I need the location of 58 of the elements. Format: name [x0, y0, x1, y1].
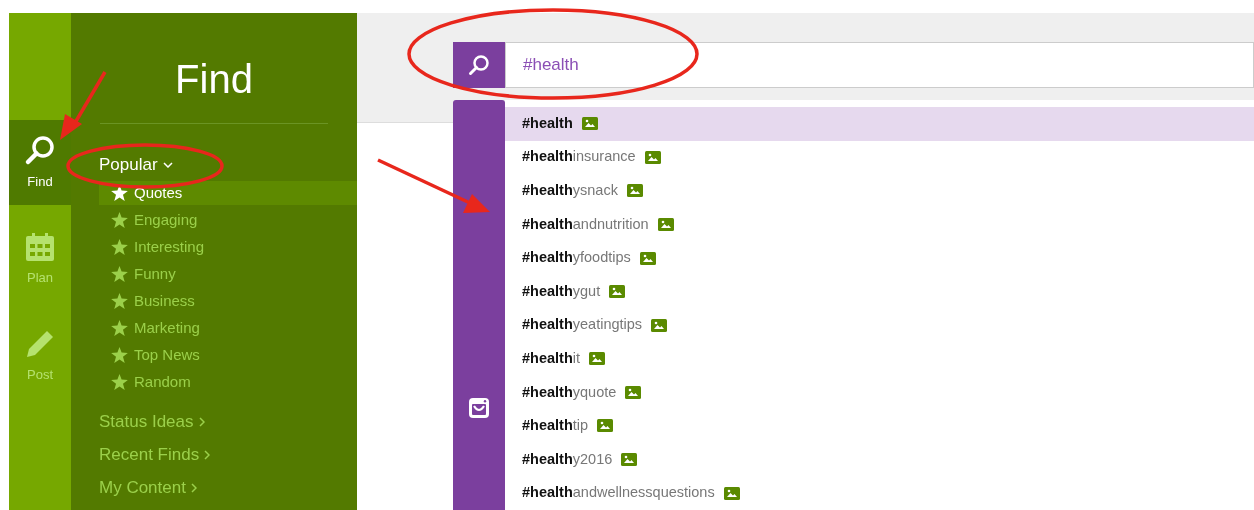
star-icon [111, 266, 128, 282]
category-item[interactable]: Top News [99, 343, 357, 367]
image-icon [723, 486, 740, 500]
search-field[interactable]: #health [505, 42, 1254, 88]
hashtag-suggestion[interactable]: #healthyquote [505, 375, 1254, 410]
star-icon [111, 374, 128, 390]
image-icon [597, 419, 614, 433]
category-item[interactable]: Funny [99, 262, 357, 286]
image-icon [621, 453, 638, 467]
search-icon [24, 133, 56, 166]
star-icon [111, 320, 128, 336]
star-icon [111, 293, 128, 309]
image-icon [651, 318, 668, 332]
category-item[interactable]: Quotes [99, 181, 357, 205]
hashtag-suggestion[interactable]: #healthit [505, 342, 1254, 376]
search-button[interactable] [453, 42, 505, 88]
pencil-icon [25, 328, 55, 359]
hashtag-suggestion[interactable]: #healthysnack [505, 174, 1254, 208]
image-icon [657, 218, 674, 231]
image-icon [609, 285, 626, 299]
star-icon [111, 212, 128, 228]
search-icon [468, 54, 490, 76]
section-header[interactable]: Status Ideas [99, 405, 205, 438]
image-icon [644, 150, 661, 164]
category-item[interactable]: Business [99, 289, 357, 313]
image-icon [639, 251, 656, 265]
hashtag-suggestion[interactable]: #healthandnutrition [505, 207, 1254, 242]
hashtag-suggestion[interactable]: #healthy2016 [505, 442, 1254, 477]
star-icon [111, 239, 128, 255]
hashtag-suggestion[interactable]: #healthandwellnessquestions [505, 476, 1254, 510]
panel-title: Find [100, 13, 328, 124]
section-header[interactable]: Recent Finds [99, 438, 211, 471]
camera-icon [468, 397, 490, 419]
chevron-right-icon [198, 416, 205, 427]
annotation-arrow [60, 71, 107, 140]
image-icon [581, 117, 598, 131]
star-icon [111, 347, 128, 363]
hashtag-suggestion[interactable]: #health [505, 107, 1254, 141]
image-icon [626, 184, 643, 198]
hashtag-suggestion[interactable]: #healthygut [505, 274, 1254, 309]
category-item[interactable]: Engaging [99, 208, 357, 232]
calendar-icon [25, 231, 55, 262]
section-header[interactable]: Popular [99, 148, 173, 181]
chevron-right-icon [204, 449, 211, 460]
chevron-right-icon [190, 482, 197, 493]
image-icon [589, 352, 605, 366]
image-icon [625, 385, 642, 399]
category-item[interactable]: Marketing [99, 316, 357, 340]
hashtag-suggestion[interactable]: #healthinsurance [505, 140, 1254, 175]
section-header[interactable]: My Content [99, 471, 197, 504]
rail-item[interactable]: Find [9, 120, 71, 205]
category-item[interactable]: Interesting [99, 235, 357, 259]
hashtag-suggestion[interactable]: #healthyeatingtips [505, 308, 1254, 343]
category-item[interactable]: Random [99, 370, 357, 394]
hashtag-suggestion[interactable]: #healthtip [505, 409, 1254, 443]
hashtag-suggestion[interactable]: #healthyfoodtips [505, 241, 1254, 275]
chevron-down-icon [162, 161, 173, 168]
star-icon [111, 185, 128, 201]
